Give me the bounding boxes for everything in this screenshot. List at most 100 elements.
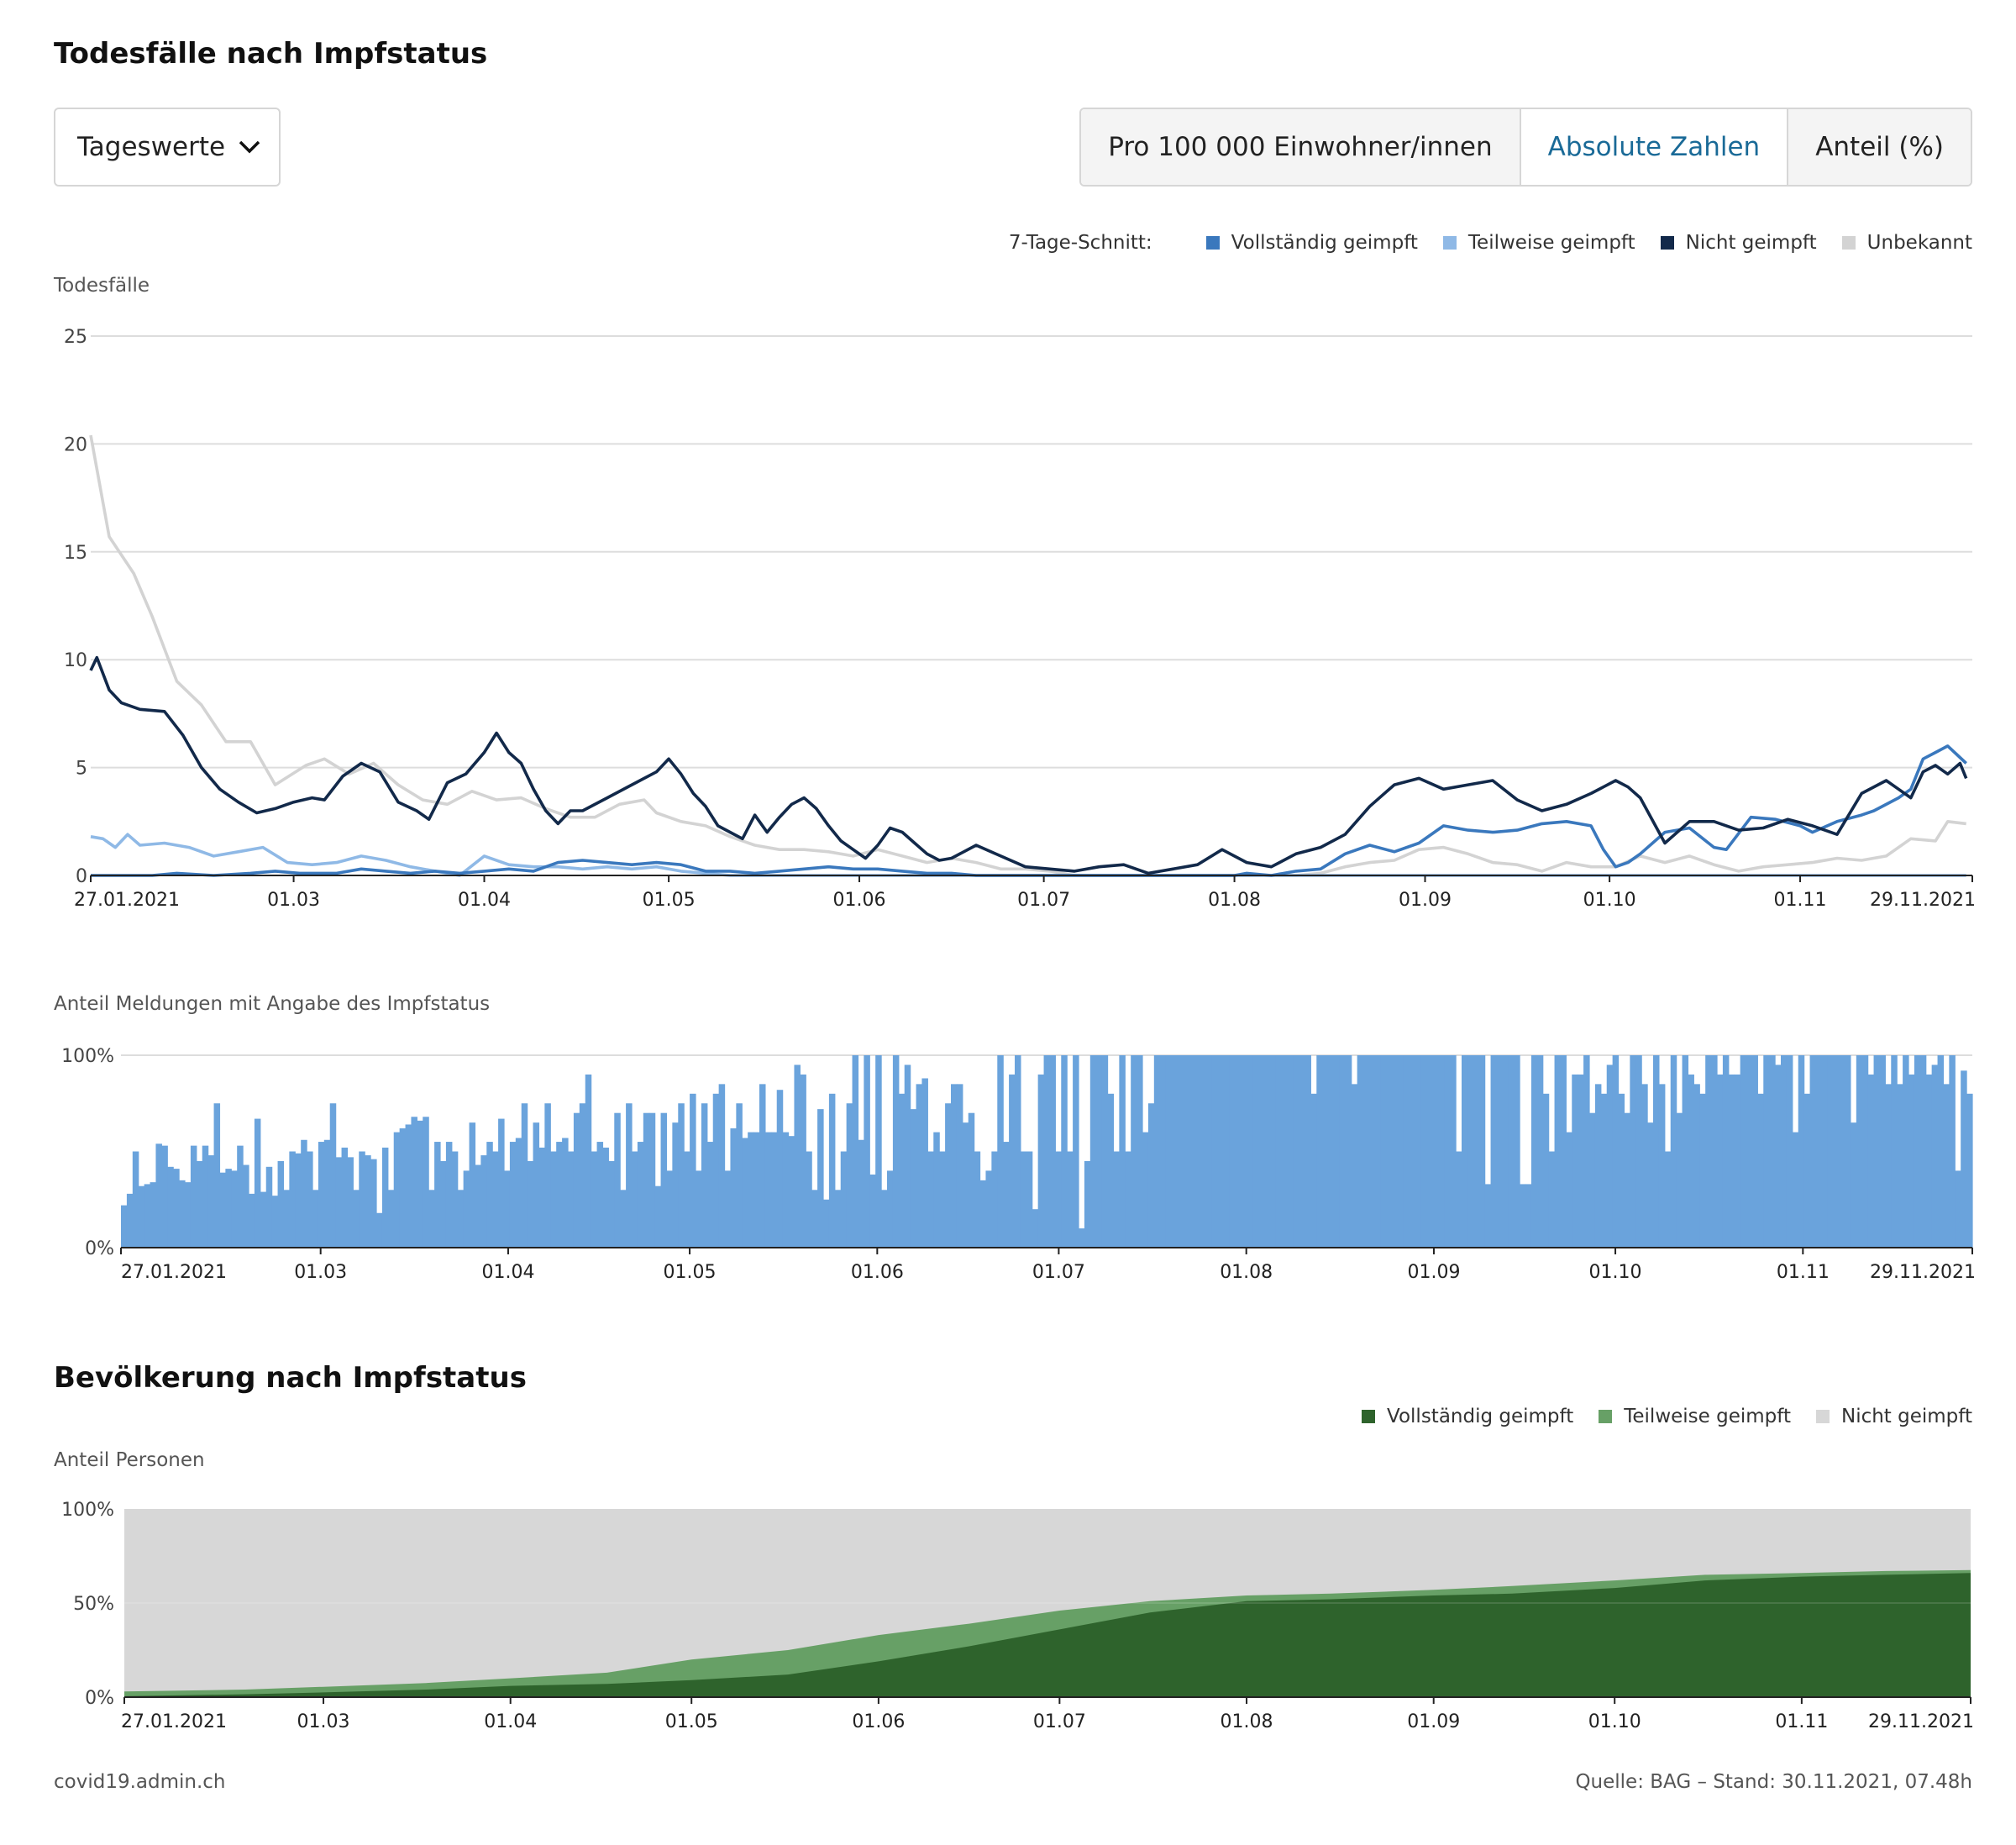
share-bar-180 — [1165, 1055, 1173, 1248]
legend-item-partially[interactable]: Teilweise geimpft — [1442, 232, 1635, 254]
share-bar-65 — [498, 1118, 505, 1248]
y-tick-label-25: 25 — [64, 327, 87, 348]
x-tick-label-8: 01.10 — [1583, 890, 1636, 911]
share-bar-77 — [568, 1151, 575, 1248]
share-bar-186 — [1200, 1055, 1207, 1248]
share-bar-165 — [1079, 1228, 1085, 1248]
share-bar-293 — [1821, 1055, 1828, 1248]
pop-legend-item-unvaccinated[interactable]: Nicht geimpft — [1815, 1406, 1972, 1427]
share-bar-149 — [985, 1170, 992, 1248]
share-bar-53 — [428, 1190, 435, 1248]
toggle-percent[interactable]: Anteil (%) — [1788, 109, 1971, 185]
share-bar-306 — [1897, 1084, 1903, 1248]
share-bar-300 — [1861, 1055, 1869, 1248]
share-bar-33 — [312, 1190, 319, 1248]
x-tick-label-1: 01.03 — [294, 1262, 347, 1283]
share-bar-4 — [144, 1184, 151, 1248]
share-bar-201 — [1287, 1055, 1294, 1248]
x-tick-label-2: 01.04 — [484, 1711, 537, 1732]
share-bar-168 — [1095, 1055, 1103, 1248]
share-bar-123 — [834, 1190, 842, 1248]
share-bar-66 — [504, 1170, 511, 1248]
share-bar-238 — [1502, 1055, 1509, 1248]
pop-legend-text-fully: Vollständig geimpft — [1387, 1406, 1574, 1427]
x-tick-label-2: 01.04 — [481, 1262, 534, 1283]
pop-legend-item-fully[interactable]: Vollständig geimpft — [1362, 1406, 1573, 1427]
toggle-absolute[interactable]: Absolute Zahlen — [1520, 109, 1789, 185]
share-bar-164 — [1073, 1055, 1079, 1248]
legend-item-unknown[interactable]: Unbekannt — [1841, 232, 1972, 254]
share-bar-313 — [1937, 1055, 1945, 1248]
share-bar-206 — [1316, 1055, 1323, 1248]
share-bar-202 — [1293, 1055, 1300, 1248]
legend-item-fully[interactable]: Vollständig geimpft — [1205, 232, 1418, 254]
x-tick-label-3: 01.05 — [664, 1262, 717, 1283]
share-bar-234 — [1478, 1055, 1486, 1248]
share-bar-299 — [1856, 1055, 1863, 1248]
share-bar-128 — [864, 1055, 870, 1248]
share-bar-94 — [666, 1170, 673, 1248]
share-bar-273 — [1705, 1055, 1712, 1248]
share-bar-250 — [1572, 1074, 1578, 1248]
share-bar-265 — [1658, 1084, 1666, 1248]
share-bar-305 — [1891, 1055, 1898, 1248]
share-bar-105 — [730, 1128, 737, 1248]
x-tick-label-7: 01.09 — [1399, 890, 1452, 911]
pop-legend-item-partially[interactable]: Teilweise geimpft — [1599, 1406, 1791, 1427]
share-bar-208 — [1328, 1055, 1335, 1248]
deaths-line-chart: 0 5 10 15 20 25 27.01.2021 01.03 01.04 01.05 01.06… — [64, 327, 1976, 911]
footer-site: covid19.admin.ch — [54, 1771, 226, 1793]
share-bar-11 — [185, 1182, 192, 1248]
deaths-title: Todesfälle nach Impfstatus — [54, 37, 488, 71]
share-bar-203 — [1299, 1055, 1306, 1248]
share-bar-193 — [1241, 1055, 1247, 1248]
x-tick-label-9: 01.11 — [1774, 890, 1827, 911]
share-bar-19 — [231, 1170, 238, 1248]
share-bar-46 — [387, 1190, 395, 1248]
share-bar-62 — [480, 1155, 487, 1248]
share-bar-195 — [1252, 1055, 1259, 1248]
share-bar-199 — [1275, 1055, 1283, 1248]
share-bar-198 — [1270, 1055, 1277, 1248]
share-bar-179 — [1159, 1055, 1167, 1248]
share-bar-139 — [927, 1151, 934, 1248]
share-bar-227 — [1438, 1055, 1445, 1248]
x-tick-label-4: 01.06 — [833, 890, 886, 911]
share-bar-24 — [260, 1191, 267, 1248]
share-y-title: Anteil Meldungen mit Angabe des Impfstat… — [54, 993, 491, 1015]
share-bar-9 — [173, 1169, 180, 1248]
share-bar-184 — [1189, 1055, 1195, 1248]
y-tick-label-50: 50% — [73, 1594, 114, 1615]
share-bar-142 — [945, 1103, 952, 1248]
share-bar-159 — [1043, 1055, 1051, 1248]
legend-item-unvaccinated[interactable]: Nicht geimpft — [1660, 232, 1817, 254]
share-bar-318 — [1966, 1093, 1973, 1248]
share-bar-45 — [381, 1147, 389, 1248]
x-tick-label-9: 01.11 — [1777, 1262, 1830, 1283]
x-tick-label-5: 01.07 — [1017, 890, 1070, 911]
share-bar-48 — [399, 1128, 407, 1248]
share-bar-254 — [1594, 1084, 1602, 1248]
share-bar-146 — [968, 1112, 975, 1248]
toggle-per-100000[interactable]: Pro 100 000 Einwohner/innen — [1081, 109, 1521, 185]
share-bar-160 — [1049, 1055, 1056, 1248]
share-bar-126 — [852, 1055, 859, 1248]
share-bar-170 — [1107, 1093, 1115, 1248]
period-dropdown[interactable]: Tageswerte — [54, 108, 281, 187]
x-tick-label-8: 01.10 — [1588, 1711, 1641, 1732]
share-bar-251 — [1578, 1074, 1584, 1248]
share-bar-277 — [1728, 1074, 1735, 1248]
y-tick-label-10: 10 — [64, 650, 87, 671]
share-bar-106 — [736, 1103, 743, 1248]
share-bar-27 — [277, 1160, 285, 1248]
share-bar-245 — [1542, 1093, 1550, 1248]
share-bar-43 — [370, 1159, 377, 1248]
share-bar-161 — [1055, 1151, 1062, 1248]
share-bar-285 — [1775, 1064, 1782, 1248]
share-bar-309 — [1914, 1055, 1921, 1248]
share-bar-58 — [457, 1190, 465, 1248]
legend-text-unknown: Unbekannt — [1866, 232, 1972, 254]
pop-legend-swatch-partially — [1599, 1410, 1613, 1423]
share-bar-90 — [643, 1112, 650, 1248]
share-bar-76 — [562, 1138, 569, 1248]
